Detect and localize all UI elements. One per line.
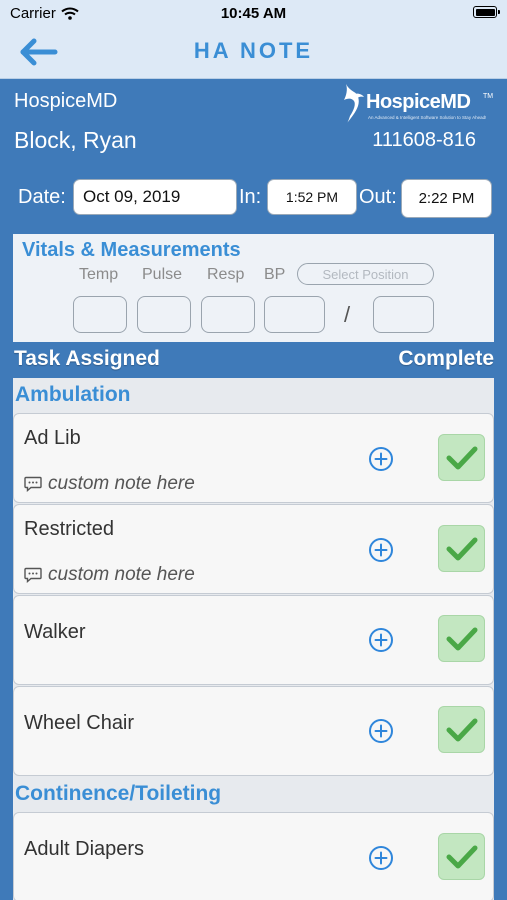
select-position-dropdown[interactable]: Select Position bbox=[297, 263, 434, 285]
task-note-text: custom note here bbox=[48, 564, 195, 585]
org-name: HospiceMD bbox=[14, 90, 118, 112]
task-assigned-header: Task Assigned bbox=[14, 347, 160, 370]
add-circle-icon[interactable] bbox=[368, 718, 394, 744]
time-in-field[interactable]: 1:52 PM bbox=[267, 179, 357, 215]
resp-input[interactable] bbox=[201, 296, 255, 333]
task-label: Adult Diapers bbox=[24, 838, 145, 860]
task-label: Restricted bbox=[24, 518, 115, 540]
add-circle-icon[interactable] bbox=[368, 537, 394, 563]
task-card: Restricted custom note here bbox=[13, 504, 494, 594]
task-card: Ad Lib custom note here bbox=[13, 413, 494, 503]
complete-header: Complete bbox=[398, 347, 494, 370]
in-label: In: bbox=[239, 186, 262, 208]
bp-separator: / bbox=[344, 302, 351, 327]
temp-label: Temp bbox=[79, 266, 119, 283]
bp-systolic-input[interactable] bbox=[264, 296, 325, 333]
time-out-field[interactable]: 2:22 PM bbox=[401, 179, 492, 218]
page-title: HA NOTE bbox=[193, 38, 314, 63]
task-card: Wheel Chair bbox=[13, 686, 494, 776]
checkmark-icon bbox=[446, 718, 477, 741]
complete-checkbox[interactable] bbox=[438, 525, 485, 572]
complete-checkbox[interactable] bbox=[438, 706, 485, 753]
checkmark-icon bbox=[446, 845, 477, 868]
complete-checkbox[interactable] bbox=[438, 615, 485, 662]
resp-label: Resp bbox=[207, 266, 245, 283]
task-note[interactable]: custom note here bbox=[24, 473, 195, 495]
vitals-panel: Vitals & Measurements Temp Pulse Resp BP… bbox=[13, 234, 494, 342]
add-circle-icon[interactable] bbox=[368, 627, 394, 653]
task-label: Wheel Chair bbox=[24, 712, 135, 734]
logo-tm: TM bbox=[483, 93, 494, 100]
section-header-continence: Continence/Toileting bbox=[15, 782, 222, 805]
complete-checkbox[interactable] bbox=[438, 833, 485, 880]
complete-checkbox[interactable] bbox=[438, 434, 485, 481]
task-note-text: custom note here bbox=[48, 473, 195, 494]
task-card: Adult Diapers bbox=[13, 812, 494, 900]
out-label: Out: bbox=[359, 186, 397, 208]
dove-icon bbox=[344, 84, 364, 123]
task-label: Walker bbox=[24, 621, 86, 643]
checkmark-icon bbox=[446, 627, 477, 650]
task-card: Walker bbox=[13, 595, 494, 685]
date-label: Date: bbox=[18, 186, 66, 208]
battery-icon bbox=[473, 6, 500, 18]
status-time: 10:45 AM bbox=[220, 5, 287, 22]
add-circle-icon[interactable] bbox=[368, 446, 394, 472]
note-icon bbox=[24, 567, 42, 583]
bp-diastolic-input[interactable] bbox=[373, 296, 434, 333]
date-field[interactable]: Oct 09, 2019 bbox=[73, 179, 237, 215]
status-bar: Carrier 10:45 AM bbox=[0, 0, 507, 26]
task-list[interactable]: Ambulation Ad Lib custom note here Restr… bbox=[13, 378, 494, 900]
section-header-ambulation: Ambulation bbox=[15, 383, 131, 406]
note-icon bbox=[24, 476, 42, 492]
checkmark-icon bbox=[446, 537, 477, 560]
vitals-title: Vitals & Measurements bbox=[22, 239, 241, 261]
nav-bar: HA NOTE bbox=[0, 26, 507, 79]
pulse-input[interactable] bbox=[137, 296, 191, 333]
hospicemd-logo: HospiceMD TM An Advanced & Intelligent S… bbox=[338, 82, 498, 126]
patient-name: Block, Ryan bbox=[14, 127, 137, 153]
logo-brand: HospiceMD bbox=[366, 91, 471, 113]
bp-label: BP bbox=[264, 266, 286, 283]
temp-input[interactable] bbox=[73, 296, 127, 333]
add-circle-icon[interactable] bbox=[368, 845, 394, 871]
patient-id: 111608-816 bbox=[372, 129, 476, 151]
pulse-label: Pulse bbox=[142, 266, 183, 283]
logo-tagline: An Advanced & Intelligent Software Solut… bbox=[368, 115, 487, 120]
task-label: Ad Lib bbox=[24, 427, 81, 449]
task-note[interactable]: custom note here bbox=[24, 564, 195, 586]
checkmark-icon bbox=[446, 446, 477, 469]
